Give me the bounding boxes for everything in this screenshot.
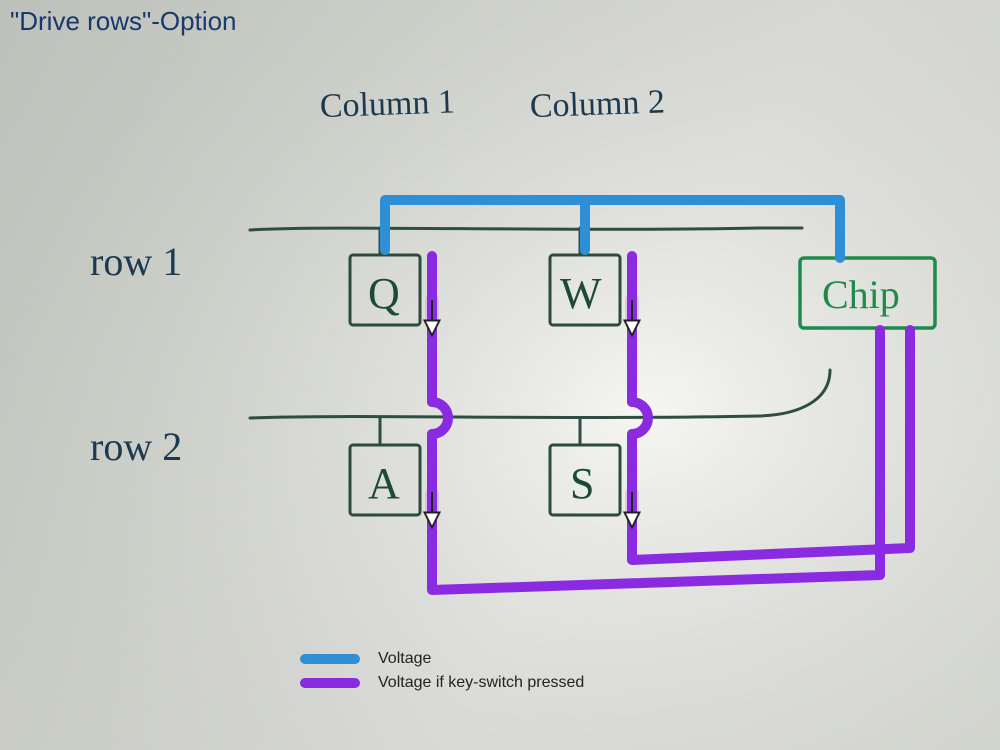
- key-w: W: [560, 269, 602, 318]
- label-column-2: Column 2: [529, 83, 665, 125]
- voltage-rail: [385, 200, 840, 258]
- legend-swatch-pressed: [300, 678, 360, 688]
- key-a: A: [368, 459, 400, 508]
- legend-label-voltage: Voltage: [378, 650, 431, 668]
- key-boxes: [350, 255, 620, 515]
- legend-voltage-pressed: Voltage if key-switch pressed: [300, 674, 584, 692]
- chip-box: Chip: [800, 258, 935, 328]
- legend-voltage: Voltage: [300, 650, 584, 668]
- legend: Voltage Voltage if key-switch pressed: [300, 650, 584, 698]
- diode-halos: [432, 300, 632, 514]
- chip-label: Chip: [822, 272, 900, 317]
- diode-arrows: [432, 300, 632, 520]
- key-q: Q: [368, 269, 400, 318]
- key-s: S: [570, 459, 594, 508]
- page-title: "Drive rows"-Option: [10, 6, 237, 37]
- voltage-if-pressed: [432, 256, 910, 590]
- legend-swatch-voltage: [300, 654, 360, 664]
- row-wires: [250, 228, 830, 445]
- label-row-2: row 2: [90, 424, 182, 469]
- label-column-1: Column 1: [319, 83, 455, 125]
- label-row-1: row 1: [90, 239, 182, 284]
- legend-label-pressed: Voltage if key-switch pressed: [378, 674, 584, 692]
- diagram-svg: Column 1 Column 2 row 1 row 2 Q W A S Ch…: [0, 0, 1000, 750]
